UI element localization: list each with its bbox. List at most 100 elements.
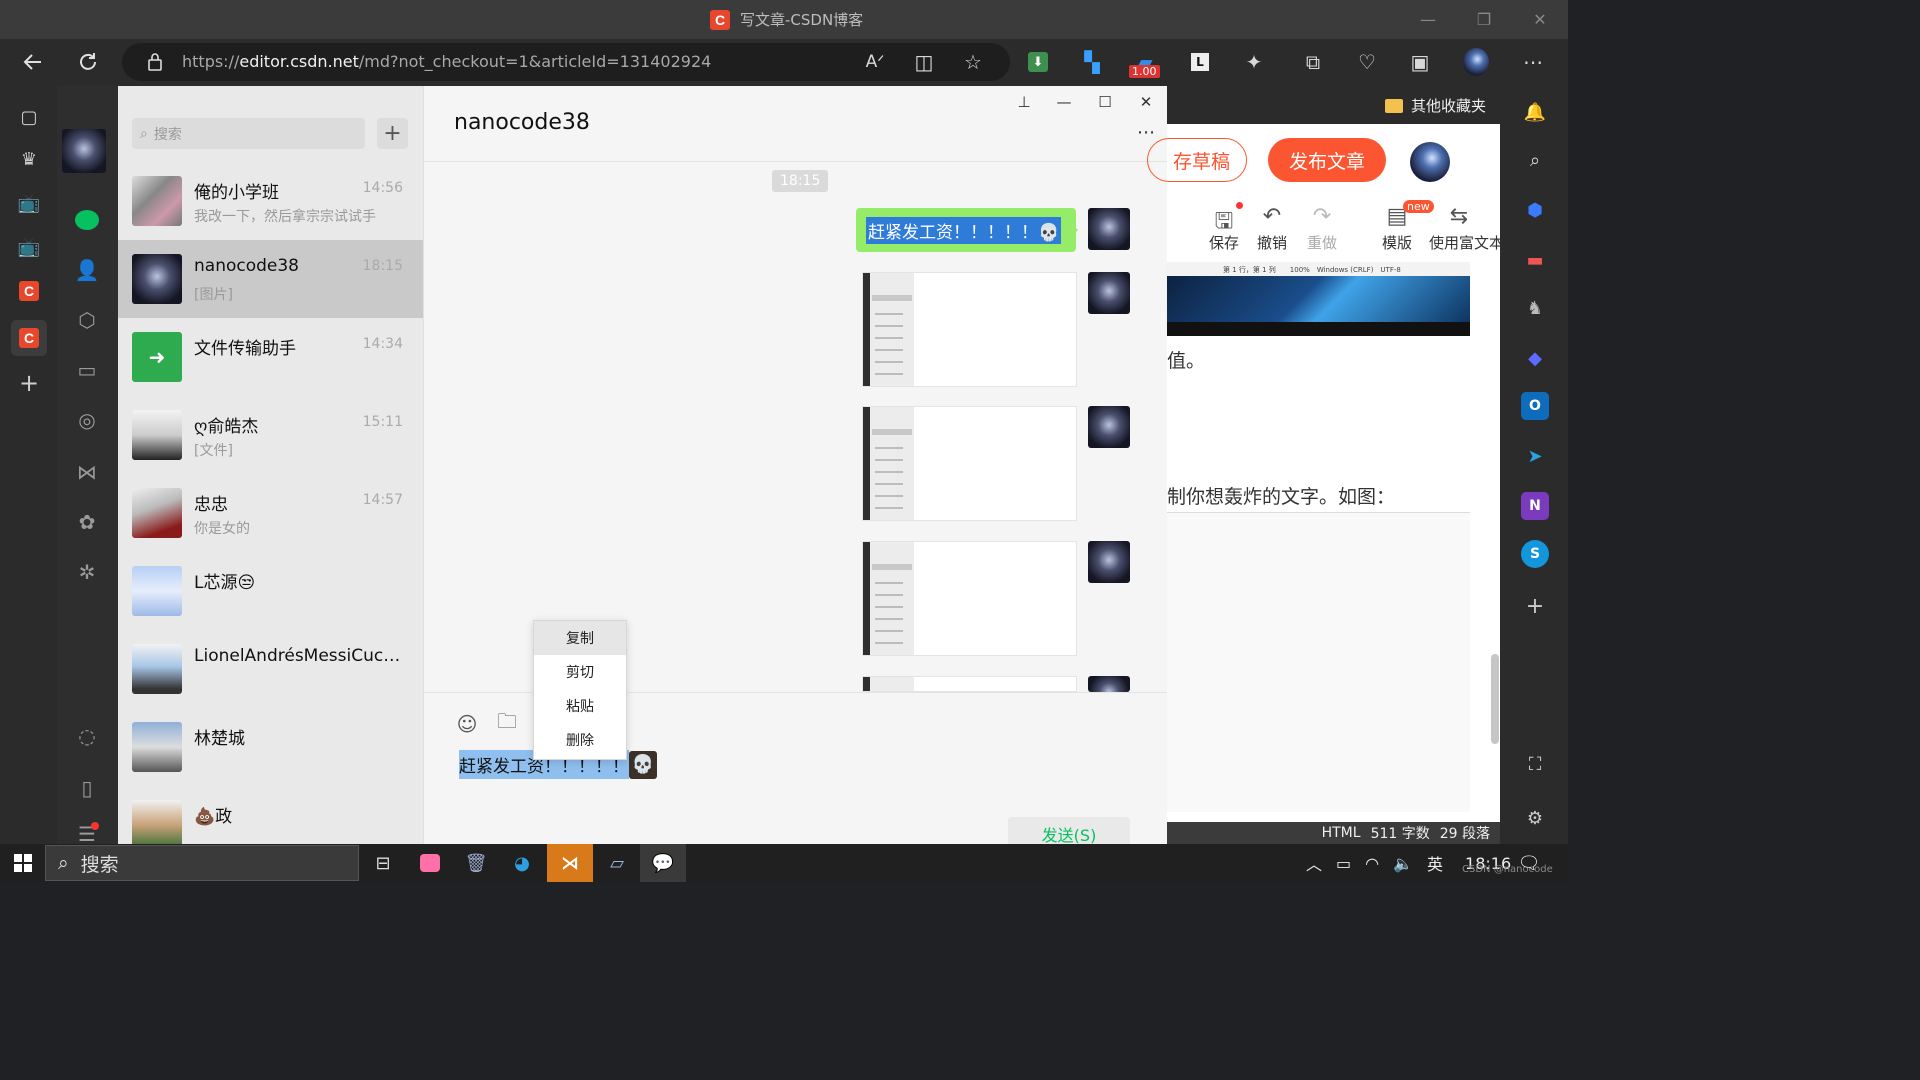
search-icon[interactable]: ⌕	[1521, 146, 1549, 174]
mini-programs-icon[interactable]: ✿	[71, 506, 103, 538]
chat-list-item[interactable]: 💩政	[118, 786, 423, 844]
my-avatar[interactable]	[1088, 676, 1130, 692]
ime-indicator[interactable]: 英	[1427, 851, 1443, 875]
tab-csdn-active-icon[interactable]: C	[11, 320, 47, 356]
chat-search-input[interactable]: ⌕ 搜索	[132, 118, 365, 149]
toolbar-richtext[interactable]: ⇆ 使用富文本	[1429, 204, 1504, 253]
send-file-folder-icon[interactable]: 🗀	[494, 709, 520, 737]
mini-program-link-icon[interactable]: ◌	[71, 720, 103, 752]
copilot-icon[interactable]: ◆	[1521, 344, 1549, 372]
pin-icon[interactable]: ⊥	[1014, 92, 1034, 112]
app-edge-icon[interactable]: ◕	[499, 844, 545, 882]
chat-list-item[interactable]: 俺的小学班 14:56 我改一下，然后拿宗宗试试手	[118, 162, 423, 240]
favorites-cube-icon[interactable]: ⬡	[71, 304, 103, 336]
new-tab-plus-icon[interactable]: +	[16, 369, 42, 397]
action-center-icon[interactable]: 🗨	[1506, 844, 1552, 882]
chat-list-item-selected[interactable]: nanocode38 18:15 [图片]	[118, 240, 423, 318]
page-scrollbar[interactable]	[1491, 654, 1499, 744]
l-extension-icon[interactable]: L	[1187, 49, 1213, 75]
chat-more-icon[interactable]: ⋯	[1136, 122, 1156, 143]
sent-image-thumbnail[interactable]	[862, 272, 1077, 387]
apps-extension-icon[interactable]: ▚	[1079, 49, 1105, 75]
my-avatar[interactable]	[1088, 272, 1130, 314]
toolbar-template[interactable]: ▤ 模版 new	[1367, 200, 1434, 253]
app-notepad-icon[interactable]: ▱	[594, 844, 640, 882]
chat-list-item[interactable]: ღ俞皓杰 15:11 [文件]	[118, 396, 423, 474]
hide-sidebar-icon[interactable]: ⛶	[1521, 750, 1549, 778]
chat-close-button[interactable]: ✕	[1136, 92, 1156, 112]
contacts-icon[interactable]: 👤	[71, 254, 103, 286]
menu-item-copy[interactable]: 复制	[534, 621, 626, 655]
battery-icon[interactable]: ▭	[1336, 854, 1351, 873]
menu-item-cut[interactable]: 剪切	[534, 655, 626, 689]
close-window-button[interactable]: ✕	[1512, 0, 1568, 39]
toolbar-redo[interactable]: ↷ 重做	[1292, 204, 1352, 253]
other-favorites-folder[interactable]: 其他收藏夹	[1385, 95, 1486, 116]
save-draft-button[interactable]: 存草稿	[1147, 138, 1247, 182]
wifi-icon[interactable]: ◠	[1365, 854, 1379, 873]
publish-button[interactable]: 发布文章	[1268, 138, 1386, 182]
chat-list-item[interactable]: ➜ 文件传输助手 14:34	[118, 318, 423, 396]
chat-minimize-button[interactable]: —	[1054, 92, 1074, 112]
tab-bilibili-icon[interactable]: 📺	[16, 190, 42, 216]
author-avatar[interactable]	[1410, 142, 1450, 182]
files-folder-icon[interactable]: ▭	[71, 354, 103, 386]
favorite-star-icon[interactable]: ☆	[960, 49, 986, 75]
split-screen-icon[interactable]: ◫	[911, 49, 937, 75]
emoji-icon[interactable]: ☺	[454, 711, 480, 737]
sent-text-bubble[interactable]: 赶紧发工资！！！！！💀	[856, 208, 1078, 252]
chat-list-item[interactable]: LionelAndrésMessiCucci...	[118, 630, 423, 708]
volume-icon[interactable]: 🔈	[1393, 854, 1413, 873]
add-chat-button[interactable]: +	[377, 118, 408, 149]
maximize-button[interactable]: ❐	[1456, 0, 1512, 39]
read-aloud-icon[interactable]: A͏ᐟ	[862, 49, 888, 75]
tab-favicon-crown-icon[interactable]: ♛	[16, 146, 42, 172]
app-recycle-icon[interactable]: 🗑	[453, 844, 499, 882]
math-solver-icon[interactable]: ▣	[1407, 49, 1433, 75]
refresh-icon[interactable]	[75, 49, 101, 75]
menu-item-paste[interactable]: 粘贴	[534, 689, 626, 723]
app-bilibili-icon[interactable]	[407, 844, 453, 882]
taskbar-search-box[interactable]: ⌕ 搜索	[45, 845, 359, 881]
shopping-tag-icon[interactable]: ⬢	[1521, 196, 1549, 224]
back-arrow-icon[interactable]	[20, 49, 46, 75]
tab-actions-icon[interactable]: ▢	[16, 104, 42, 130]
profile-avatar[interactable]	[1463, 48, 1489, 76]
channels-icon[interactable]: ⋈	[71, 456, 103, 488]
app-wechat-icon[interactable]: 💬	[640, 844, 686, 882]
moments-aperture-icon[interactable]: ◎	[71, 404, 103, 436]
search-star-icon[interactable]: ✲	[71, 556, 103, 588]
minimize-button[interactable]: —	[1400, 0, 1456, 39]
task-view-icon[interactable]: ⊟	[360, 844, 406, 882]
sent-image-thumbnail[interactable]	[862, 676, 1077, 692]
extensions-puzzle-icon[interactable]: ✦	[1241, 49, 1267, 75]
chat-list-item[interactable]: L芯源😒	[118, 552, 423, 630]
chat-maximize-button[interactable]: ☐	[1095, 92, 1115, 112]
sidebar-settings-gear-icon[interactable]: ⚙	[1521, 804, 1549, 832]
chat-list-item[interactable]: 忠忠 14:57 你是女的	[118, 474, 423, 552]
lock-icon[interactable]	[142, 49, 168, 75]
sent-image-thumbnail[interactable]	[862, 541, 1077, 656]
collections-icon[interactable]: ⧉	[1300, 49, 1326, 75]
download-extension-icon[interactable]: ⬇	[1025, 49, 1051, 75]
browser-essentials-icon[interactable]: ♡	[1354, 49, 1380, 75]
tray-expand-chevron-icon[interactable]: ︿	[1306, 851, 1322, 875]
onenote-icon[interactable]: N	[1521, 492, 1549, 520]
my-avatar[interactable]	[1088, 406, 1130, 448]
chat-bubble-icon[interactable]	[71, 204, 103, 236]
chat-list-item[interactable]: 林楚城	[118, 708, 423, 786]
app-vscode-icon[interactable]: ⋊	[547, 844, 593, 882]
sent-image-thumbnail[interactable]	[862, 406, 1077, 521]
tab-bilibili-icon-2[interactable]: 📺	[16, 234, 42, 260]
tools-briefcase-icon[interactable]: ▬	[1521, 246, 1549, 274]
phone-icon[interactable]: ▯	[71, 772, 103, 804]
games-chess-icon[interactable]: ♞	[1521, 294, 1549, 322]
wechat-user-avatar[interactable]	[62, 129, 106, 173]
more-options-icon[interactable]: ⋯	[1520, 49, 1546, 75]
telegram-send-icon[interactable]: ➤	[1521, 442, 1549, 470]
skype-icon[interactable]: S	[1521, 540, 1549, 568]
outlook-icon[interactable]: O	[1521, 392, 1549, 420]
my-avatar[interactable]	[1088, 541, 1130, 583]
add-sidebar-plus-icon[interactable]: +	[1521, 592, 1549, 620]
windows-start-button[interactable]	[0, 844, 45, 882]
